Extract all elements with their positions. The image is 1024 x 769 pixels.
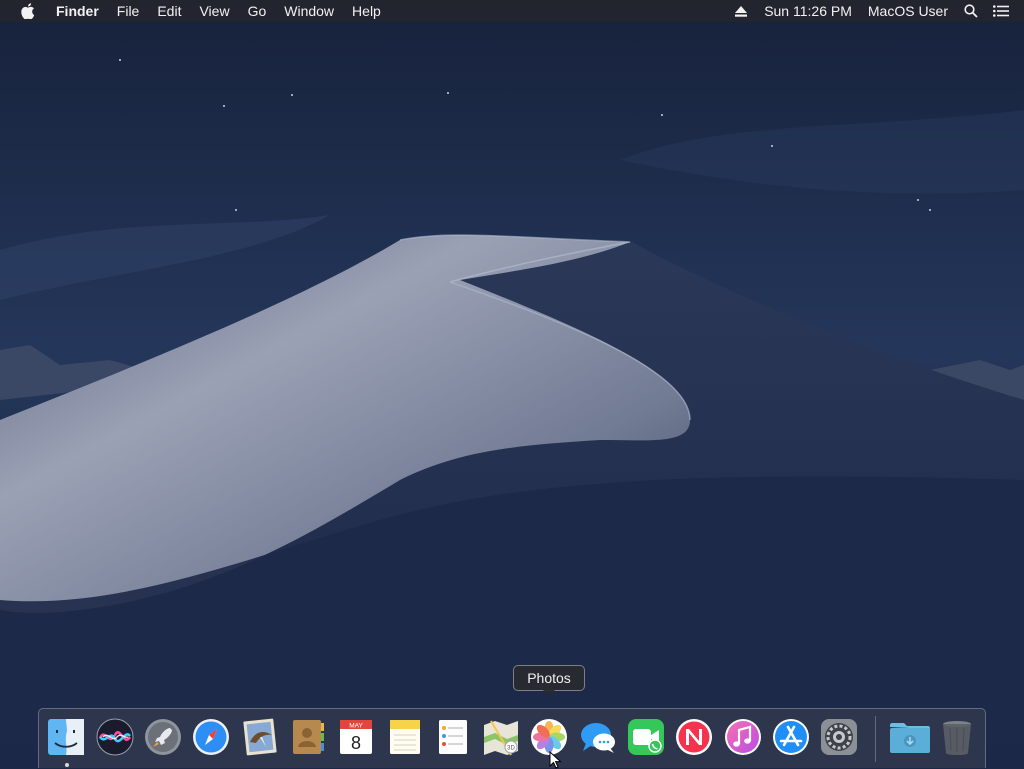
menu-view[interactable]: View (190, 0, 238, 22)
calendar-icon[interactable]: MAY 8 (336, 717, 376, 757)
siri-icon[interactable] (95, 717, 135, 757)
dock-separator (875, 716, 876, 762)
dock-tooltip: Photos (513, 665, 585, 697)
system-preferences-icon[interactable] (819, 717, 859, 757)
svg-text:3D: 3D (507, 746, 515, 752)
trash-icon[interactable] (937, 717, 977, 757)
facetime-icon[interactable] (626, 717, 666, 757)
downloads-folder-icon[interactable] (888, 717, 932, 757)
contacts-icon[interactable] (288, 717, 328, 757)
safari-icon[interactable] (191, 717, 231, 757)
launchpad-icon[interactable] (143, 717, 183, 757)
eject-icon[interactable] (730, 0, 752, 22)
spotlight-search-icon[interactable] (960, 0, 982, 22)
maps-icon[interactable]: 3D (481, 717, 521, 757)
menu-app-name[interactable]: Finder (54, 0, 108, 22)
notification-center-icon[interactable] (990, 0, 1012, 22)
menu-bar-clock[interactable]: Sun 11:26 PM (756, 0, 860, 22)
apple-logo-icon[interactable] (17, 0, 39, 22)
finder-icon[interactable] (46, 717, 86, 757)
mouse-cursor-icon (549, 751, 562, 769)
menu-edit[interactable]: Edit (148, 0, 190, 22)
menu-help[interactable]: Help (343, 0, 390, 22)
mail-icon[interactable] (240, 717, 280, 757)
finder-running-indicator (65, 763, 69, 767)
dock: MAY 8 3D (38, 708, 986, 768)
calendar-day: 8 (351, 733, 361, 753)
menu-window[interactable]: Window (275, 0, 343, 22)
reminders-icon[interactable] (433, 717, 473, 757)
itunes-icon[interactable] (723, 717, 763, 757)
mojave-dunes-wallpaper (0, 0, 1024, 768)
menu-go[interactable]: Go (239, 0, 276, 22)
menu-file[interactable]: File (108, 0, 149, 22)
calendar-month: MAY (349, 723, 363, 730)
desktop-wallpaper (0, 0, 1024, 768)
app-store-icon[interactable] (771, 717, 811, 757)
menu-bar: Finder File Edit View Go Window Help Sun… (0, 0, 1024, 22)
menu-bar-status-area: Sun 11:26 PM MacOS User (726, 0, 1024, 22)
menu-bar-user[interactable]: MacOS User (860, 0, 956, 22)
messages-icon[interactable] (578, 717, 618, 757)
news-icon[interactable] (674, 717, 714, 757)
notes-icon[interactable] (385, 717, 425, 757)
